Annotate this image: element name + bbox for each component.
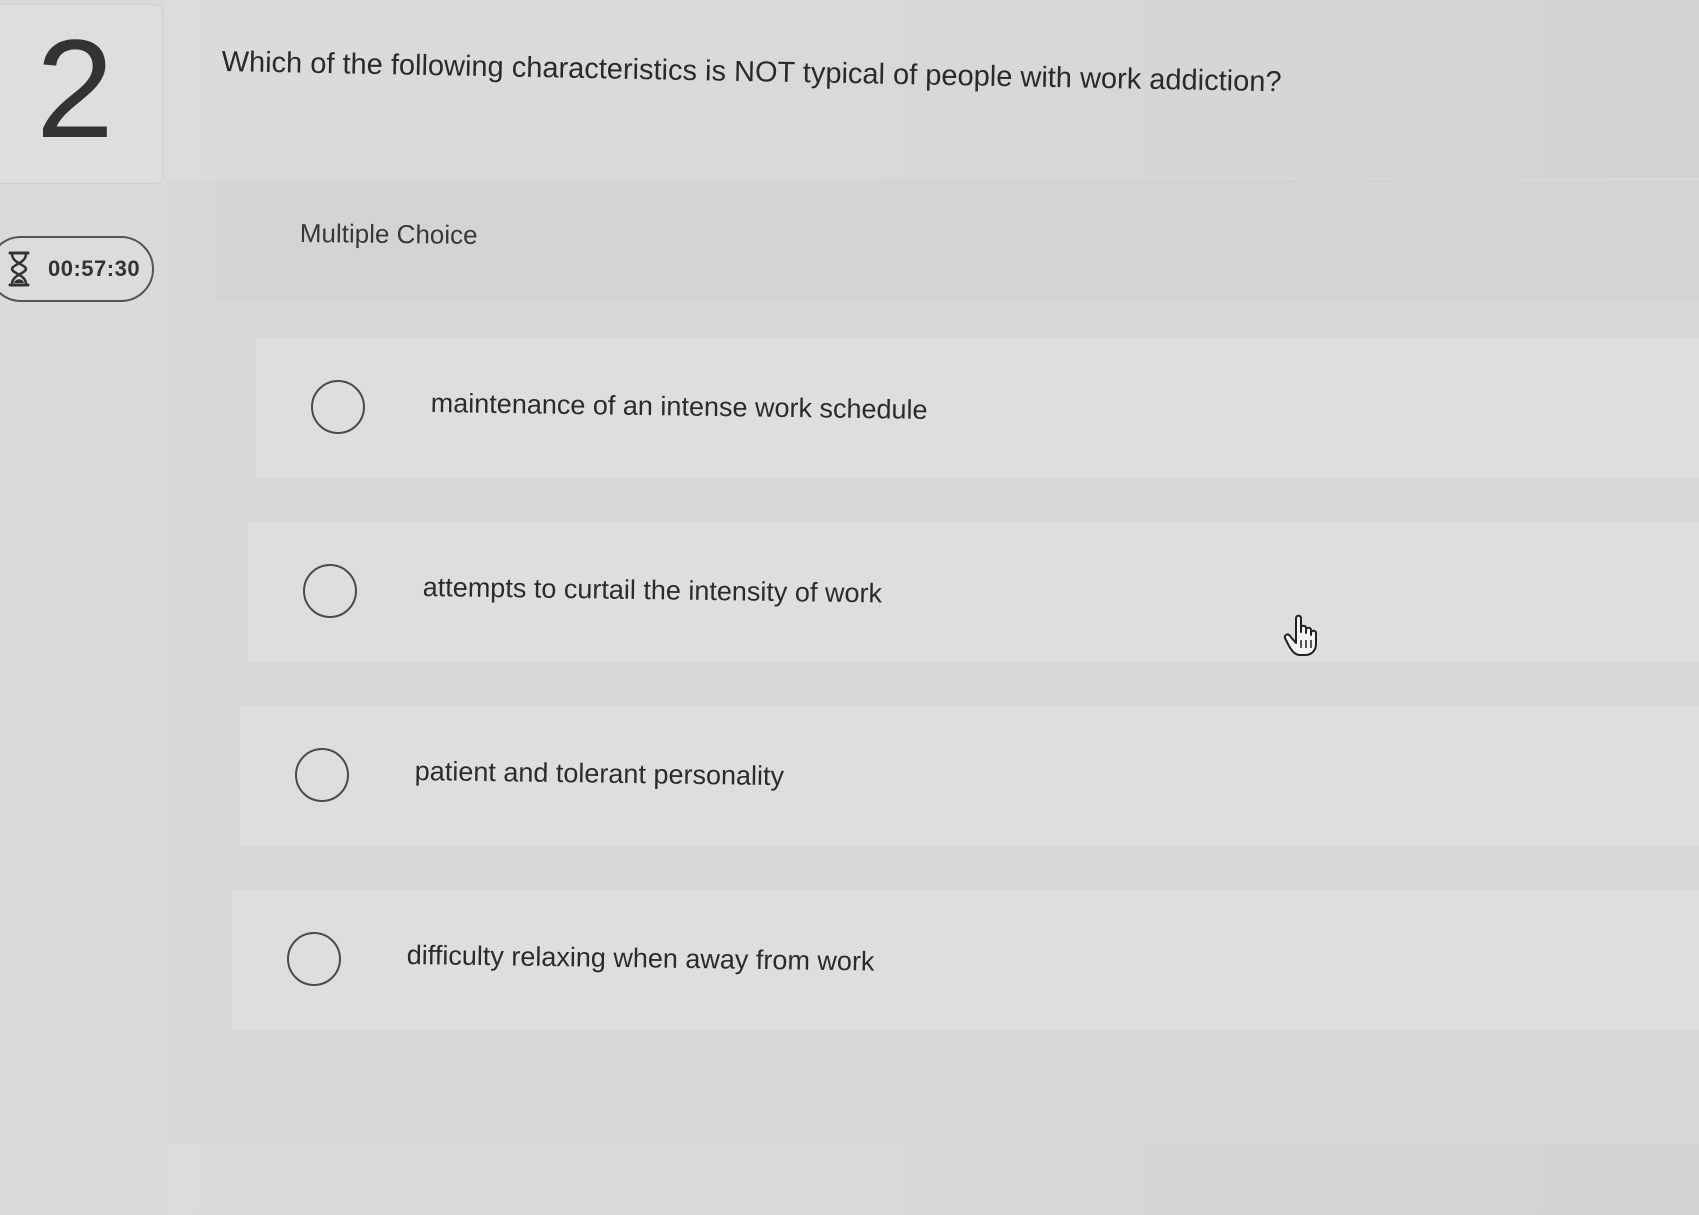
radio-button[interactable]: [287, 932, 341, 986]
answer-option-4[interactable]: difficulty relaxing when away from work: [232, 890, 1699, 1030]
question-type-label: Multiple Choice: [299, 218, 478, 250]
answer-options: maintenance of an intense work schedule …: [228, 338, 1699, 1074]
answer-option-label: difficulty relaxing when away from work: [406, 940, 875, 977]
answer-option-label: maintenance of an intense work schedule: [430, 388, 928, 425]
timer-value: 00:57:30: [48, 256, 141, 281]
hourglass-icon: [4, 250, 34, 288]
radio-button[interactable]: [311, 380, 365, 434]
question-text: Which of the following characteristics i…: [221, 45, 1282, 99]
question-number-box: 2: [0, 4, 163, 184]
hand-pointer-icon: [1282, 614, 1322, 658]
answer-option-label: patient and tolerant personality: [414, 756, 785, 792]
answer-option-label: attempts to curtail the intensity of wor…: [422, 572, 883, 609]
answer-option-3[interactable]: patient and tolerant personality: [240, 706, 1699, 846]
radio-button[interactable]: [303, 564, 357, 618]
question-number: 2: [36, 10, 114, 167]
answer-option-2[interactable]: attempts to curtail the intensity of wor…: [248, 522, 1699, 662]
answer-option-1[interactable]: maintenance of an intense work schedule: [256, 338, 1699, 478]
radio-button[interactable]: [295, 748, 349, 802]
timer[interactable]: 00:57:30: [0, 236, 154, 302]
